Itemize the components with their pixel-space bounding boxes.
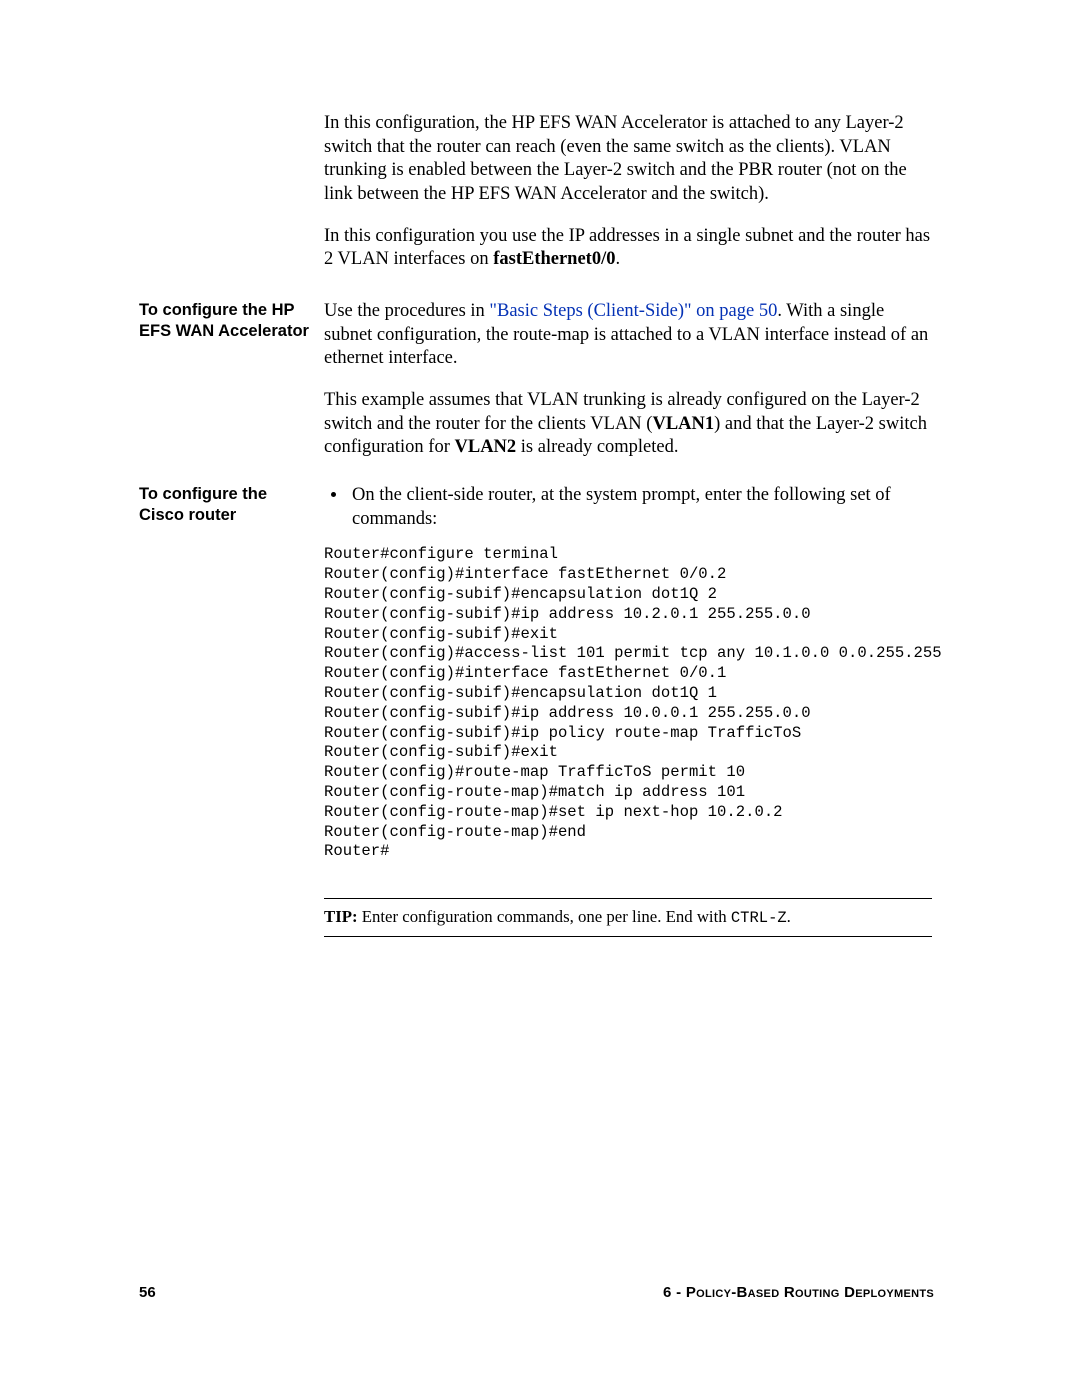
sec1-body: Use the procedures in "Basic Steps (Clie… xyxy=(324,300,932,460)
tip-textA: Enter configuration commands, one per li… xyxy=(358,907,731,926)
sec2-code: Router#configure terminal Router(config)… xyxy=(324,545,932,862)
intro-body: In this configuration, the HP EFS WAN Ac… xyxy=(324,112,932,272)
sec1-p2b: VLAN1 xyxy=(652,414,714,434)
sec1-p2: This example assumes that VLAN trunking … xyxy=(324,389,932,460)
sec1-p2e: is already completed. xyxy=(516,437,678,457)
tip-label: TIP: xyxy=(324,907,358,926)
sec1-block: To configure the HP EFS WAN Accelerator … xyxy=(139,300,934,460)
sec2-block: To configure the Cisco router On the cli… xyxy=(139,484,934,937)
sec1-p1: Use the procedures in "Basic Steps (Clie… xyxy=(324,300,932,371)
tip-box: TIP: Enter configuration commands, one p… xyxy=(324,898,932,937)
spacer xyxy=(139,272,934,300)
sec2-bullet: On the client-side router, at the system… xyxy=(348,484,932,531)
sec2-label: To configure the Cisco router xyxy=(139,484,324,525)
sec2-body: On the client-side router, at the system… xyxy=(324,484,932,937)
page-number: 56 xyxy=(139,1284,156,1301)
intro-p2: In this configuration you use the IP add… xyxy=(324,225,932,272)
sec1-p2d: VLAN2 xyxy=(455,437,517,457)
intro-p2c: . xyxy=(616,249,621,269)
chapter-title: 6 - Policy-Based Routing Deployments xyxy=(663,1284,934,1301)
spacer xyxy=(139,460,934,484)
sec1-link[interactable]: "Basic Steps (Client-Side)" on page 50 xyxy=(489,301,777,321)
intro-p2a: In this configuration you use the IP add… xyxy=(324,226,930,270)
tip-textB: . xyxy=(787,907,791,926)
page-content: In this configuration, the HP EFS WAN Ac… xyxy=(139,112,934,937)
sec1-p1a: Use the procedures in xyxy=(324,301,489,321)
intro-p2-bold: fastEthernet0/0 xyxy=(493,249,615,269)
intro-p1: In this configuration, the HP EFS WAN Ac… xyxy=(324,112,932,207)
sec1-label: To configure the HP EFS WAN Accelerator xyxy=(139,300,324,341)
page: In this configuration, the HP EFS WAN Ac… xyxy=(0,0,1080,1397)
page-footer: 56 6 - Policy-Based Routing Deployments xyxy=(139,1284,934,1301)
intro-block: In this configuration, the HP EFS WAN Ac… xyxy=(139,112,934,272)
sec2-list: On the client-side router, at the system… xyxy=(324,484,932,531)
tip-mono: CTRL-Z xyxy=(731,909,787,927)
